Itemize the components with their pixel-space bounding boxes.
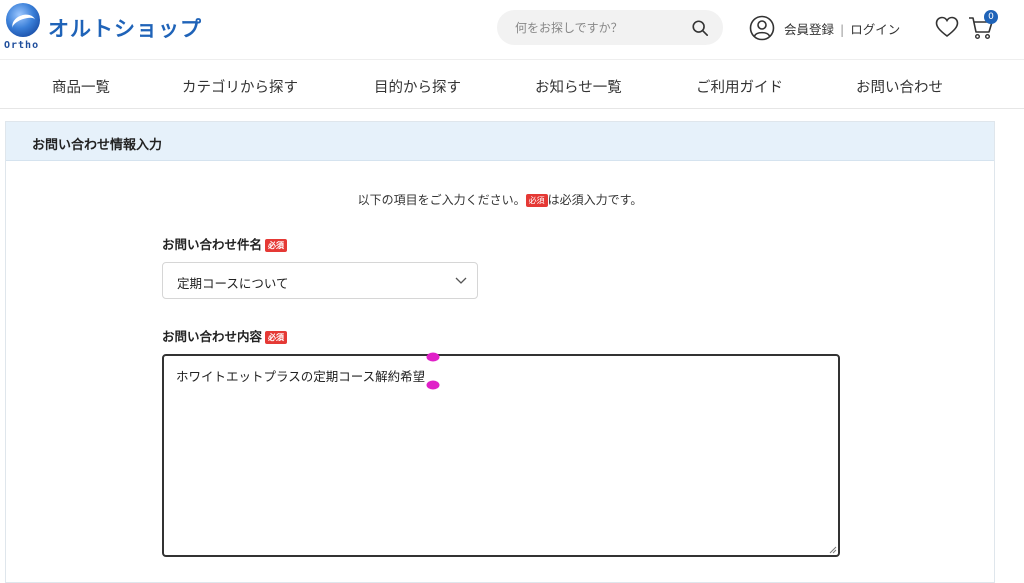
account-separator: | <box>840 22 845 37</box>
required-badge: 必須 <box>265 331 288 344</box>
main-nav: 商品一覧 カテゴリから探す 目的から探す お知らせ一覧 ご利用ガイド お問い合わ… <box>0 59 1024 109</box>
logo[interactable]: Ortho <box>4 3 44 53</box>
site-name[interactable]: オルトショップ <box>48 13 202 43</box>
nav-item-news[interactable]: お知らせ一覧 <box>535 76 622 97</box>
user-icon[interactable] <box>749 15 775 41</box>
logo-text: Ortho <box>4 40 40 51</box>
panel-title: お問い合わせ情報入力 <box>32 138 163 153</box>
selection-handle-bottom-icon[interactable] <box>426 380 440 390</box>
content-textarea[interactable]: ホワイトエットプラスの定期コース解約希望 <box>162 352 840 557</box>
heart-icon[interactable] <box>935 16 959 38</box>
resize-grip-icon[interactable] <box>829 546 837 554</box>
nav-item-contact[interactable]: お問い合わせ <box>856 76 943 97</box>
cart-count-badge: 0 <box>984 10 998 24</box>
subject-select-value: 定期コースについて <box>177 276 289 291</box>
account-links: 会員登録 | ログイン <box>784 19 900 38</box>
register-link[interactable]: 会員登録 <box>784 19 834 38</box>
content-textarea-value: ホワイトエットプラスの定期コース解約希望 <box>176 369 426 384</box>
contact-form-panel: お問い合わせ情報入力 以下の項目をご入力ください。 必須 は必須入力です。 お問い合… <box>5 121 995 583</box>
nav-item-purpose[interactable]: 目的から探す <box>374 76 461 97</box>
subject-select[interactable]: 定期コースについて <box>162 262 478 299</box>
required-badge: 必須 <box>525 194 548 207</box>
site-header: Ortho オルトショップ 会員登録 | ログイン 0 <box>0 0 1024 58</box>
login-link[interactable]: ログイン <box>850 19 900 38</box>
chevron-down-icon <box>455 277 467 284</box>
search-box <box>497 10 723 45</box>
panel-header: お問い合わせ情報入力 <box>6 122 994 161</box>
nav-item-products[interactable]: 商品一覧 <box>52 76 110 97</box>
nav-item-categories[interactable]: カテゴリから探す <box>182 76 298 97</box>
form-instruction: 以下の項目をご入力ください。 必須 は必須入力です。 <box>357 193 643 207</box>
required-badge: 必須 <box>265 239 288 252</box>
subject-label: お問い合わせ件名 必須 <box>162 234 288 253</box>
nav-item-guide[interactable]: ご利用ガイド <box>696 76 783 97</box>
search-icon[interactable] <box>691 19 709 37</box>
selection-handle-top-icon[interactable] <box>426 352 440 362</box>
content-label: お問い合わせ内容 必須 <box>162 326 288 345</box>
search-input[interactable] <box>513 18 687 38</box>
